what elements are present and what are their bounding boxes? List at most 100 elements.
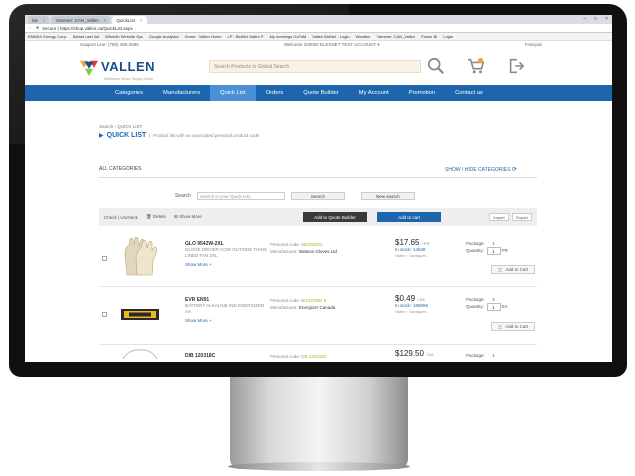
- product-code[interactable]: DIB 120318C: [185, 353, 215, 359]
- bookmarks-bar: ENMAX Energy Corp. Bidnet user list Whee…: [25, 33, 612, 41]
- product-info: EVR EN91 BATTERY ALKALINE IND ENERGIZER …: [185, 297, 267, 323]
- tab-close-icon[interactable]: ×: [43, 18, 46, 23]
- bookmark-item[interactable]: ENMAX Energy Corp.: [28, 34, 67, 39]
- back-icon[interactable]: ←: [28, 25, 33, 31]
- product-row: GLO 9542W-2XL GLOVE DRIVER COW OUTSIDE T…: [99, 231, 537, 287]
- row-checkbox[interactable]: [102, 256, 107, 261]
- quantity-input[interactable]: 1: [486, 247, 501, 255]
- bookmark-item[interactable]: Vallen BidNet · Login: [312, 34, 349, 39]
- show-more-button[interactable]: ⊞ Show More: [174, 214, 202, 220]
- show-more-link[interactable]: Show More +: [185, 318, 267, 323]
- show-more-link[interactable]: Show More +: [185, 262, 267, 267]
- cart-icon: 🛒: [497, 266, 504, 272]
- bookmark-item[interactable]: My meetings GoToM: [270, 34, 307, 39]
- language-link[interactable]: Français: [525, 42, 542, 47]
- vallen-logo[interactable]: VALLEN: [80, 58, 155, 76]
- add-to-cart-button[interactable]: Add to cart: [377, 212, 441, 222]
- nav-quote-builder[interactable]: Quote Builder: [293, 85, 348, 101]
- cart-icon[interactable]: [467, 57, 485, 75]
- bookmark-item[interactable]: Wheelin Website Sys: [105, 34, 143, 39]
- nav-contact-us[interactable]: Contact us: [445, 85, 493, 101]
- row-add-to-cart-button[interactable]: 🛒 Add to Cart: [491, 265, 535, 274]
- tab-close-icon[interactable]: ×: [140, 18, 143, 23]
- export-button[interactable]: Export: [512, 213, 532, 221]
- maximize-icon[interactable]: □: [594, 16, 597, 22]
- row-checkbox[interactable]: [102, 312, 107, 317]
- site-header: VALLEN Workforce Driven Supply Chain Sea…: [25, 48, 612, 85]
- minimize-icon[interactable]: –: [583, 16, 586, 22]
- tab-label: QuickList: [116, 17, 135, 23]
- price-unit: / EA: [417, 297, 425, 302]
- show-hide-categories-link[interactable]: SHOW / HIDE CATEGORIES ⟳: [445, 166, 517, 173]
- refresh-icon: ⟳: [511, 167, 517, 173]
- monitor-photo: ink × Yammer: CAN_Vallen × QuickList × – □ …: [0, 0, 635, 476]
- bookmark-item[interactable]: Home · Vallen Home: [185, 34, 222, 39]
- logout-icon[interactable]: [507, 57, 525, 75]
- welcome-account-menu[interactable]: Welcome 200000 ELEXNET TEST ACCOUNT ▾: [284, 42, 380, 48]
- nav-quick-list[interactable]: Quick List: [210, 85, 256, 101]
- bookmark-item[interactable]: Bidnet user list: [73, 34, 99, 39]
- bookmark-item[interactable]: Login: [443, 34, 453, 39]
- page-subtitle-text: Product list with an associated personal…: [152, 133, 260, 138]
- breadcrumb[interactable]: Search › QUICK LIST: [99, 124, 142, 129]
- quicklist-search-input[interactable]: Search in your Quick List: [196, 192, 285, 200]
- nav-categories[interactable]: Categories: [105, 85, 153, 101]
- bookmark-item[interactable]: Google Analytics: [149, 34, 179, 39]
- address-bar[interactable]: ← ● Secure | https://shop.vallen.ca/Quic…: [25, 24, 612, 33]
- product-meta: Personal code: 9542W2XL Manufacturer: Wa…: [270, 241, 337, 255]
- page-title-row: ▶ QUICK LIST | Product list with an asso…: [99, 132, 259, 139]
- nav-my-account[interactable]: My Account: [349, 85, 399, 101]
- search-icon[interactable]: [427, 57, 445, 75]
- bookmark-item[interactable]: Weather: [356, 34, 371, 39]
- row-add-to-cart-button[interactable]: 🛒 Add to Cart: [491, 322, 535, 331]
- quantity-label: Quantity:: [466, 248, 485, 254]
- divider: [99, 177, 537, 178]
- package-value: 4: [492, 297, 495, 302]
- close-icon[interactable]: ×: [605, 16, 608, 22]
- check-uncheck-toggle[interactable]: Check | Uncheck: [104, 215, 138, 220]
- price-unit: / EA: [426, 352, 434, 357]
- nav-manufacturers[interactable]: Manufacturers: [153, 85, 210, 101]
- add-to-cart-label: Add to Cart: [505, 267, 529, 272]
- add-to-quote-builder-button[interactable]: Add to Quote Builder: [303, 212, 367, 222]
- page-title: QUICK LIST: [106, 132, 147, 139]
- vallen-logo-icon: [80, 60, 98, 76]
- manufacturer-label: Manufacturer:: [270, 249, 298, 254]
- import-button[interactable]: Import: [489, 213, 509, 221]
- quantity-block: Package: 1 Quantity: 1 PR: [466, 240, 508, 255]
- all-categories-label[interactable]: ALL CATEGORIES: [99, 166, 142, 172]
- bookmark-item[interactable]: Power BI: [421, 34, 437, 39]
- nav-promotion[interactable]: Promotion: [399, 85, 445, 101]
- bookmark-item[interactable]: Yammer: CAN_Vallen: [377, 34, 416, 39]
- product-price: $17.65: [395, 238, 420, 247]
- logo-wordmark: VALLEN: [101, 59, 156, 74]
- show-hide-label: SHOW / HIDE CATEGORIES: [445, 167, 511, 173]
- product-info: DIB 120318C: [185, 353, 215, 359]
- new-search-button[interactable]: New search: [360, 192, 415, 200]
- quantity-input[interactable]: 1: [486, 303, 501, 311]
- product-price: $0.49: [395, 294, 416, 303]
- personal-code-label: Personal code:: [270, 242, 301, 247]
- support-line: Support Line: (780) 490-2695: [80, 42, 139, 47]
- tab-label: Yammer: CAN_Vallen: [55, 17, 99, 23]
- nav-orders[interactable]: Orders: [256, 85, 294, 101]
- browser-tab[interactable]: Yammer: CAN_Vallen ×: [51, 16, 111, 24]
- browser-tab[interactable]: ink ×: [28, 16, 50, 24]
- play-icon: ▶: [99, 133, 104, 139]
- browser-tab-active[interactable]: QuickList ×: [112, 16, 147, 24]
- manufacturer-value: Watson Gloves Ltd: [299, 249, 337, 254]
- personal-code-value: DB 120318C: [301, 354, 328, 359]
- quantity-unit: EA: [501, 304, 508, 310]
- delete-button[interactable]: 🗑 Delete: [146, 214, 166, 220]
- address-url[interactable]: Secure | https://shop.vallen.ca/QuickLis…: [42, 26, 133, 31]
- bookmark-item[interactable]: LP · BidNet Vallen P: [227, 34, 263, 39]
- delete-label: Delete: [152, 214, 166, 219]
- quicklist-search-row: Search Search in your Quick List Search …: [175, 192, 415, 200]
- global-search-input[interactable]: Search Products in Global Search: [209, 60, 421, 73]
- page-subtitle: | Product list with an associated person…: [149, 133, 260, 138]
- search-button[interactable]: Search: [290, 192, 345, 200]
- tab-close-icon[interactable]: ×: [104, 18, 107, 23]
- quantity-block: Package: 4 Quantity: 1 EA: [466, 296, 508, 311]
- personal-code-label: Personal code:: [270, 354, 301, 359]
- search-label: Search: [175, 193, 191, 199]
